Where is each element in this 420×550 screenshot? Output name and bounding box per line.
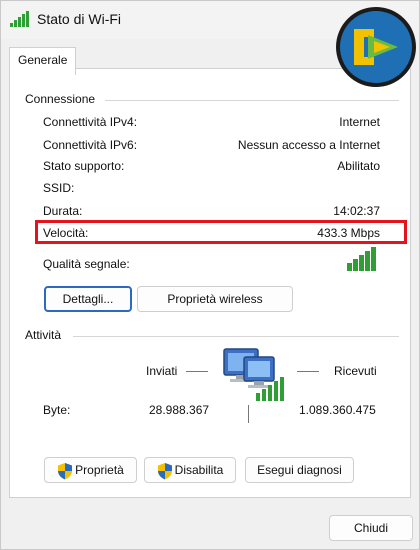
ipv6-value: Nessun accesso a Internet (237, 138, 380, 152)
ipv6-label: Connettività IPv6: (43, 138, 138, 152)
signal-strength-icon (346, 247, 380, 271)
bytes-sent-value: 28.988.367 (149, 403, 210, 417)
signal-quality-label: Qualità segnale: (43, 257, 130, 271)
signal-bar-4 (365, 251, 370, 271)
connection-section-label: Connessione (25, 92, 100, 106)
sent-label: Inviati (146, 364, 178, 378)
properties-button-label: Proprietà (75, 463, 124, 477)
tab-generale[interactable]: Generale (9, 47, 76, 75)
uac-shield-icon (58, 462, 73, 480)
network-computers-icon (223, 348, 284, 401)
activity-section-label: Attività (25, 328, 66, 342)
connection-divider (105, 100, 399, 101)
received-connector (297, 371, 319, 372)
media-state-label: Stato supporto: (43, 159, 125, 173)
ipv4-label: Connettività IPv4: (43, 115, 138, 129)
disable-button[interactable]: Disabilita (144, 457, 236, 483)
received-label: Ricevuti (334, 364, 377, 378)
speed-label: Velocità: (43, 226, 89, 240)
disable-button-label: Disabilita (174, 463, 224, 477)
signal-bar-3 (359, 255, 364, 271)
bytes-received-value: 1.089.360.475 (299, 403, 376, 417)
wifi-signal-icon (10, 11, 29, 27)
details-button[interactable]: Dettagli... (44, 286, 132, 312)
properties-button[interactable]: Proprietà (44, 457, 137, 483)
diagnose-button[interactable]: Esegui diagnosi (245, 457, 354, 483)
bytes-divider (248, 405, 249, 423)
ssid-label: SSID: (43, 181, 75, 195)
window-title: Stato di Wi-Fi (37, 11, 122, 27)
wireless-properties-button[interactable]: Proprietà wireless (137, 286, 293, 312)
bytes-label: Byte: (43, 403, 71, 417)
close-button[interactable]: Chiudi (329, 515, 413, 541)
ssid-value (230, 172, 380, 196)
signal-bar-1 (347, 263, 352, 271)
sent-connector (186, 371, 208, 372)
wifi-status-window: Stato di Wi-Fi Generale Connessione Conn… (0, 0, 420, 550)
speed-value: 433.3 Mbps (317, 226, 380, 240)
brand-logo-icon (336, 7, 416, 87)
media-state-value: Abilitato (337, 159, 380, 173)
ipv4-value: Internet (339, 115, 380, 129)
signal-bar-5 (371, 247, 376, 271)
duration-label: Durata: (43, 204, 83, 218)
uac-shield-icon (157, 462, 172, 480)
general-panel (9, 68, 411, 498)
duration-value: 14:02:37 (333, 204, 380, 218)
signal-bar-2 (353, 259, 358, 271)
activity-divider (73, 336, 399, 337)
